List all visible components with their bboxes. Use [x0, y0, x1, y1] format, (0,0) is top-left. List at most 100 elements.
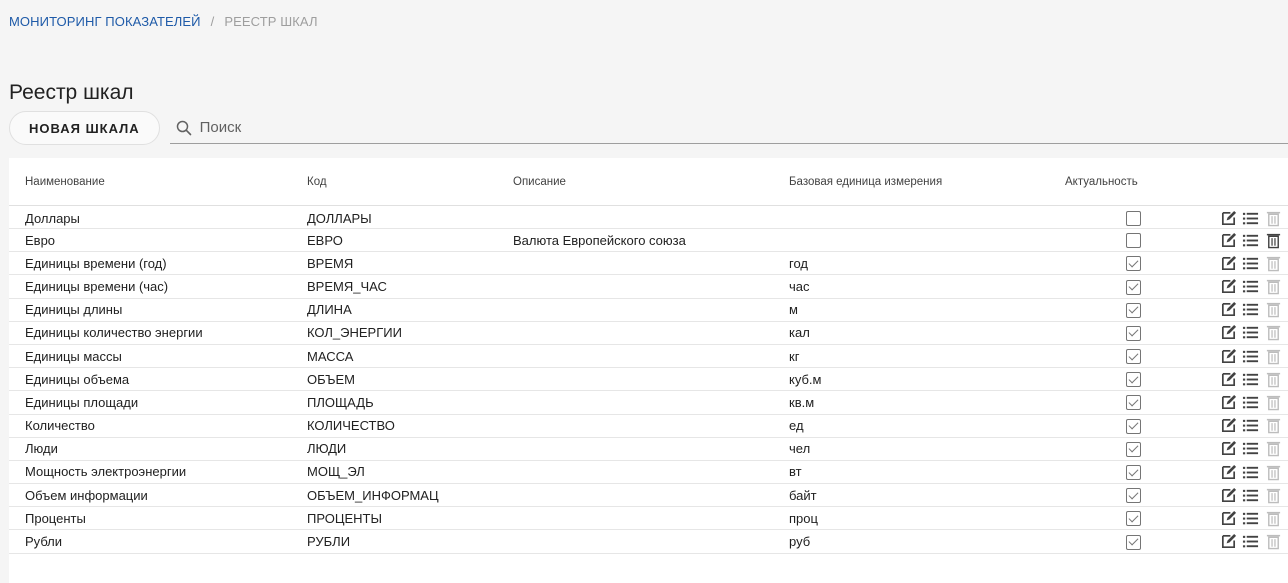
list-icon[interactable]	[1242, 533, 1259, 550]
table-row[interactable]: Люди ЛЮДИ чел	[9, 437, 1288, 461]
delete-icon[interactable]	[1265, 394, 1282, 411]
active-checkbox[interactable]	[1126, 302, 1141, 318]
scales-table-card: Наименование Код Описание Базовая единиц…	[9, 158, 1288, 583]
cell-base-unit: байт	[773, 483, 1049, 508]
list-icon[interactable]	[1242, 487, 1259, 504]
delete-icon[interactable]	[1265, 324, 1282, 341]
delete-icon[interactable]	[1265, 440, 1282, 457]
cell-code: ВРЕМЯ	[291, 251, 497, 276]
new-scale-button[interactable]: НОВАЯ ШКАЛА	[9, 111, 160, 145]
edit-icon[interactable]	[1220, 232, 1237, 249]
list-icon[interactable]	[1242, 301, 1259, 318]
cell-code: ВРЕМЯ_ЧАС	[291, 274, 497, 299]
delete-icon[interactable]	[1265, 210, 1282, 227]
breadcrumb-root-link[interactable]: МОНИТОРИНГ ПОКАЗАТЕЛЕЙ	[9, 14, 201, 29]
delete-icon[interactable]	[1265, 348, 1282, 365]
cell-base-unit: руб	[773, 529, 1049, 554]
active-checkbox[interactable]	[1126, 511, 1141, 527]
list-icon[interactable]	[1242, 394, 1259, 411]
edit-icon[interactable]	[1220, 417, 1237, 434]
active-checkbox[interactable]	[1126, 256, 1141, 272]
edit-icon[interactable]	[1220, 371, 1237, 388]
edit-icon[interactable]	[1220, 301, 1237, 318]
active-checkbox[interactable]	[1126, 418, 1141, 434]
table-row[interactable]: Единицы времени (год) ВРЕМЯ год	[9, 251, 1288, 276]
table-row[interactable]: Единицы площади ПЛОЩАДЬ кв.м	[9, 390, 1288, 415]
edit-icon[interactable]	[1220, 510, 1237, 527]
table-row[interactable]: Рубли РУБЛИ руб	[9, 529, 1288, 554]
list-icon[interactable]	[1242, 371, 1259, 388]
edit-icon[interactable]	[1220, 278, 1237, 295]
delete-icon[interactable]	[1265, 278, 1282, 295]
header-base-unit[interactable]: Базовая единица измерения	[773, 158, 1049, 206]
table-row[interactable]: Объем информации ОБЪЕМ_ИНФОРМАЦ байт	[9, 483, 1288, 508]
delete-icon[interactable]	[1265, 464, 1282, 481]
list-icon[interactable]	[1242, 232, 1259, 249]
delete-icon[interactable]	[1265, 510, 1282, 527]
cell-description	[497, 460, 773, 485]
breadcrumb: МОНИТОРИНГ ПОКАЗАТЕЛЕЙ / РЕЕСТР ШКАЛ	[9, 14, 318, 29]
table-row[interactable]: Проценты ПРОЦЕНТЫ проц	[9, 506, 1288, 531]
table-row[interactable]: Количество КОЛИЧЕСТВО ед	[9, 414, 1288, 438]
delete-icon[interactable]	[1265, 232, 1282, 249]
cell-active	[1049, 437, 1153, 461]
page-title: Реестр шкал	[9, 81, 134, 105]
delete-icon[interactable]	[1265, 533, 1282, 550]
search-input[interactable]	[197, 118, 1288, 137]
header-code[interactable]: Код	[291, 158, 497, 206]
table-row[interactable]: Единицы длины ДЛИНА м	[9, 298, 1288, 322]
active-checkbox[interactable]	[1126, 465, 1141, 480]
table-row[interactable]: Единицы объема ОБЪЕМ куб.м	[9, 367, 1288, 392]
active-checkbox[interactable]	[1126, 211, 1141, 227]
table-row[interactable]: Евро ЕВРО Валюта Европейского союза	[9, 228, 1288, 253]
list-icon[interactable]	[1242, 417, 1259, 434]
edit-icon[interactable]	[1220, 255, 1237, 272]
active-checkbox[interactable]	[1126, 279, 1141, 295]
active-checkbox[interactable]	[1126, 325, 1141, 341]
edit-icon[interactable]	[1220, 394, 1237, 411]
delete-icon[interactable]	[1265, 417, 1282, 434]
list-icon[interactable]	[1242, 510, 1259, 527]
header-name[interactable]: Наименование	[9, 158, 291, 206]
header-description[interactable]: Описание	[497, 158, 773, 206]
cell-base-unit: ед	[773, 414, 1049, 438]
list-icon[interactable]	[1242, 324, 1259, 341]
edit-icon[interactable]	[1220, 533, 1237, 550]
table-row[interactable]: Единицы количество энергии КОЛ_ЭНЕРГИИ к…	[9, 321, 1288, 345]
cell-active	[1049, 460, 1153, 485]
header-actions	[1153, 158, 1288, 206]
list-icon[interactable]	[1242, 440, 1259, 457]
edit-icon[interactable]	[1220, 324, 1237, 341]
active-checkbox[interactable]	[1126, 441, 1141, 457]
active-checkbox[interactable]	[1126, 349, 1141, 365]
active-checkbox[interactable]	[1126, 372, 1141, 388]
delete-icon[interactable]	[1265, 255, 1282, 272]
delete-icon[interactable]	[1265, 371, 1282, 388]
edit-icon[interactable]	[1220, 210, 1237, 227]
active-checkbox[interactable]	[1126, 233, 1141, 249]
table-body: Доллары ДОЛЛАРЫ Евро ЕВРО Валюта Европей…	[9, 205, 1288, 554]
table-row[interactable]: Единицы времени (час) ВРЕМЯ_ЧАС час	[9, 274, 1288, 299]
search-field[interactable]	[169, 113, 1288, 144]
active-checkbox[interactable]	[1126, 534, 1141, 550]
cell-active	[1049, 228, 1153, 253]
table-row[interactable]: Мощность электроэнергии МОЩ_ЭЛ вт	[9, 460, 1288, 485]
list-icon[interactable]	[1242, 278, 1259, 295]
active-checkbox[interactable]	[1126, 488, 1141, 504]
edit-icon[interactable]	[1220, 348, 1237, 365]
cell-name: Рубли	[9, 529, 291, 554]
list-icon[interactable]	[1242, 348, 1259, 365]
list-icon[interactable]	[1242, 210, 1259, 227]
delete-icon[interactable]	[1265, 301, 1282, 318]
delete-icon[interactable]	[1265, 487, 1282, 504]
header-active[interactable]: Актуальность	[1049, 158, 1153, 206]
edit-icon[interactable]	[1220, 440, 1237, 457]
edit-icon[interactable]	[1220, 487, 1237, 504]
table-row[interactable]: Единицы массы МАССА кг	[9, 344, 1288, 369]
table-row[interactable]: Доллары ДОЛЛАРЫ	[9, 205, 1288, 229]
list-icon[interactable]	[1242, 255, 1259, 272]
cell-actions	[1153, 529, 1288, 554]
edit-icon[interactable]	[1220, 464, 1237, 481]
list-icon[interactable]	[1242, 464, 1259, 481]
active-checkbox[interactable]	[1126, 395, 1141, 411]
